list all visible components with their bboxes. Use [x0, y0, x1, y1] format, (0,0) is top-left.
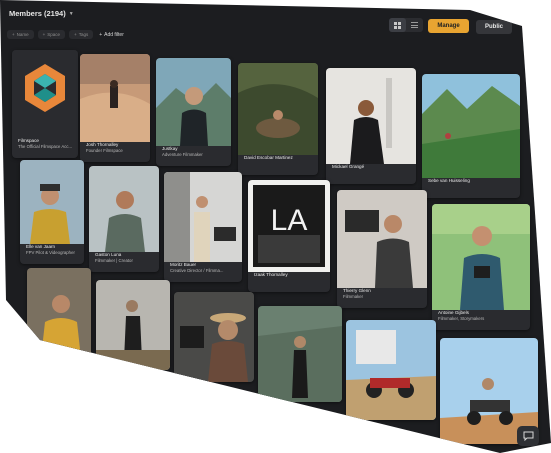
member-card[interactable]: Thierry Glenn Filmmaker	[337, 190, 427, 308]
member-photo	[89, 166, 159, 252]
member-photo	[326, 68, 416, 164]
member-photo	[258, 306, 342, 402]
member-photo	[238, 63, 318, 155]
list-view-button[interactable]	[406, 18, 423, 32]
member-photo	[337, 190, 427, 288]
top-bar: Members (2194) ▼ Manage Public	[0, 0, 551, 34]
filter-chip-space[interactable]: + Space	[37, 30, 66, 39]
member-card[interactable]: Filmspace The Official Filmspace Acc...	[12, 50, 78, 158]
grid-view-button[interactable]	[389, 18, 406, 32]
list-view-icon	[411, 22, 418, 28]
member-caption: Mickael Grangé	[332, 164, 413, 181]
member-photo	[174, 292, 254, 382]
member-card[interactable]	[174, 292, 254, 382]
la-sign-text: LA	[271, 204, 308, 237]
member-name: David Escobar Martinez	[244, 155, 293, 160]
member-caption: Moritz Bauer Creative Director / Filmma.…	[170, 262, 239, 279]
member-card[interactable]: LA Izaak Thornalley	[248, 180, 330, 292]
member-caption: Elle van Jaarn FPV Pilot & Videographer	[26, 244, 81, 261]
member-caption: Gaston Luna Filmmaker | Creator	[95, 252, 156, 269]
filter-chip-label: Name	[16, 32, 29, 37]
member-photo	[20, 160, 84, 244]
plus-icon: +	[99, 31, 103, 38]
member-caption: David Escobar Martinez	[244, 155, 315, 172]
add-filter-label: Add filter	[104, 31, 124, 38]
member-card[interactable]: Justkay Adventure Filmmaker	[156, 58, 231, 166]
member-subtitle: FPV Pilot & Videographer	[26, 249, 75, 255]
member-avatar	[12, 50, 78, 138]
members-title: Members (2194)	[9, 9, 66, 18]
member-caption: Thierry Glenn Filmmaker	[343, 288, 424, 305]
member-caption: Josh Thornalley Founder Filmspace	[86, 142, 147, 159]
member-card[interactable]: Sebe van Huisseling	[422, 74, 520, 198]
screen: Members (2194) ▼ Manage Public + Name + Sp…	[0, 0, 551, 453]
member-caption: Filmspace The Official Filmspace Acc...	[18, 138, 75, 155]
member-card[interactable]	[258, 306, 342, 402]
member-photo: LA	[248, 180, 330, 272]
member-photo	[432, 204, 530, 310]
chat-icon	[523, 431, 533, 441]
member-card[interactable]	[96, 280, 170, 370]
member-subtitle: Filmmaker | Creator	[95, 257, 133, 263]
chevron-down-icon: ▼	[68, 10, 74, 17]
filter-bar: + Name + Space + Tags + Add filter	[7, 30, 124, 39]
manage-button[interactable]: Manage	[428, 19, 469, 33]
member-card[interactable]: Moritz Bauer Creative Director / Filmma.…	[164, 172, 242, 282]
public-button[interactable]: Public	[476, 20, 512, 34]
filter-chip-name[interactable]: + Name	[7, 30, 34, 39]
member-card[interactable]	[27, 268, 91, 358]
member-subtitle: The Official Filmspace Acc...	[18, 143, 73, 149]
member-photo	[80, 54, 150, 142]
member-photo	[27, 268, 91, 358]
member-caption: Justkay Adventure Filmmaker	[162, 146, 228, 163]
member-card[interactable]: Gaston Luna Filmmaker | Creator	[89, 166, 159, 272]
members-count-dropdown[interactable]: Members (2194) ▼	[9, 9, 74, 18]
grid-view-icon	[394, 21, 401, 29]
member-card[interactable]: Elle van Jaarn FPV Pilot & Videographer	[20, 160, 84, 264]
plus-icon: +	[74, 32, 77, 37]
member-subtitle: Filmmaker	[343, 293, 364, 299]
member-subtitle: Adventure Filmmaker	[162, 151, 203, 157]
plus-icon: +	[12, 32, 15, 37]
member-subtitle: Creative Director / Filmma...	[170, 267, 224, 273]
member-card[interactable]: Antoine Gijbels Filmmaker, Storymakers	[432, 204, 530, 330]
members-app-window: Members (2194) ▼ Manage Public + Name + Sp…	[0, 0, 551, 453]
member-card[interactable]	[346, 320, 436, 420]
filter-chip-label: Tags	[78, 32, 89, 37]
member-subtitle: Founder Filmspace	[86, 147, 123, 153]
member-card[interactable]: Josh Thornalley Founder Filmspace	[80, 54, 150, 162]
member-subtitle: Filmmaker, Storymakers	[438, 315, 485, 321]
member-card[interactable]: David Escobar Martinez	[238, 63, 318, 175]
view-toggle	[389, 18, 423, 32]
member-photo	[96, 280, 170, 370]
member-card[interactable]: Mickael Grangé	[326, 68, 416, 184]
filter-chip-tags[interactable]: + Tags	[69, 30, 94, 39]
member-photo	[422, 74, 520, 178]
filter-chip-label: Space	[47, 32, 61, 37]
member-name: Mickael Grangé	[332, 164, 365, 169]
filmspace-logo	[12, 50, 78, 138]
member-caption: Antoine Gijbels Filmmaker, Storymakers	[438, 310, 527, 327]
member-photo	[346, 320, 436, 420]
member-name: Sebe van Huisseling	[428, 178, 470, 183]
member-photo	[156, 58, 231, 146]
add-filter-button[interactable]: + Add filter	[99, 32, 124, 38]
member-photo	[164, 172, 242, 262]
member-name: Izaak Thornalley	[254, 272, 288, 277]
plus-icon: +	[42, 32, 46, 37]
chat-button[interactable]	[517, 426, 539, 446]
member-caption: Izaak Thornalley	[254, 272, 327, 289]
member-caption: Sebe van Huisseling	[428, 178, 517, 195]
